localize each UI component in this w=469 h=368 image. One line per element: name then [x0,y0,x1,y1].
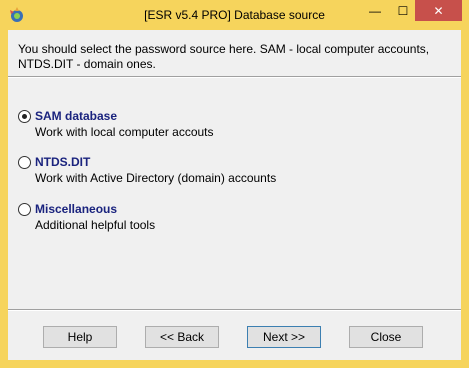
radio-selected-dot [22,114,27,119]
wizard-window: [ESR v5.4 PRO] Database source — ☐ ✕ You… [0,0,469,368]
option-title[interactable]: NTDS.DIT [35,155,90,169]
radio-ntds-dit[interactable] [18,156,31,169]
maximize-icon: ☐ [397,4,409,18]
radio-miscellaneous[interactable] [18,203,31,216]
back-button-label: << Back [159,330,205,344]
maximize-button[interactable]: ☐ [388,0,418,22]
close-icon: ✕ [433,3,444,18]
radio-sam-database[interactable] [18,110,31,123]
close-window-button[interactable]: ✕ [415,0,462,21]
close-button[interactable]: Close [349,326,423,348]
option-description: Additional helpful tools [35,218,156,232]
option-description: Work with Active Directory (domain) acco… [35,171,277,185]
help-button-label: Help [67,330,93,344]
minimize-icon: — [369,4,381,18]
minimize-button[interactable]: — [360,0,390,22]
close-button-label: Close [370,330,402,344]
intro-text: You should select the password source he… [18,42,430,71]
title-bar[interactable]: [ESR v5.4 PRO] Database source — ☐ ✕ [0,0,469,30]
divider-bottom [8,309,461,311]
divider-top [8,76,461,78]
back-button[interactable]: << Back [145,326,219,348]
option-title[interactable]: Miscellaneous [35,202,117,216]
help-button[interactable]: Help [43,326,117,348]
option-description: Work with local computer accouts [35,125,214,139]
dialog-client-area: You should select the password source he… [8,30,461,360]
next-button-label: Next >> [262,330,306,344]
next-button[interactable]: Next >> [247,326,321,348]
option-title[interactable]: SAM database [35,109,117,123]
